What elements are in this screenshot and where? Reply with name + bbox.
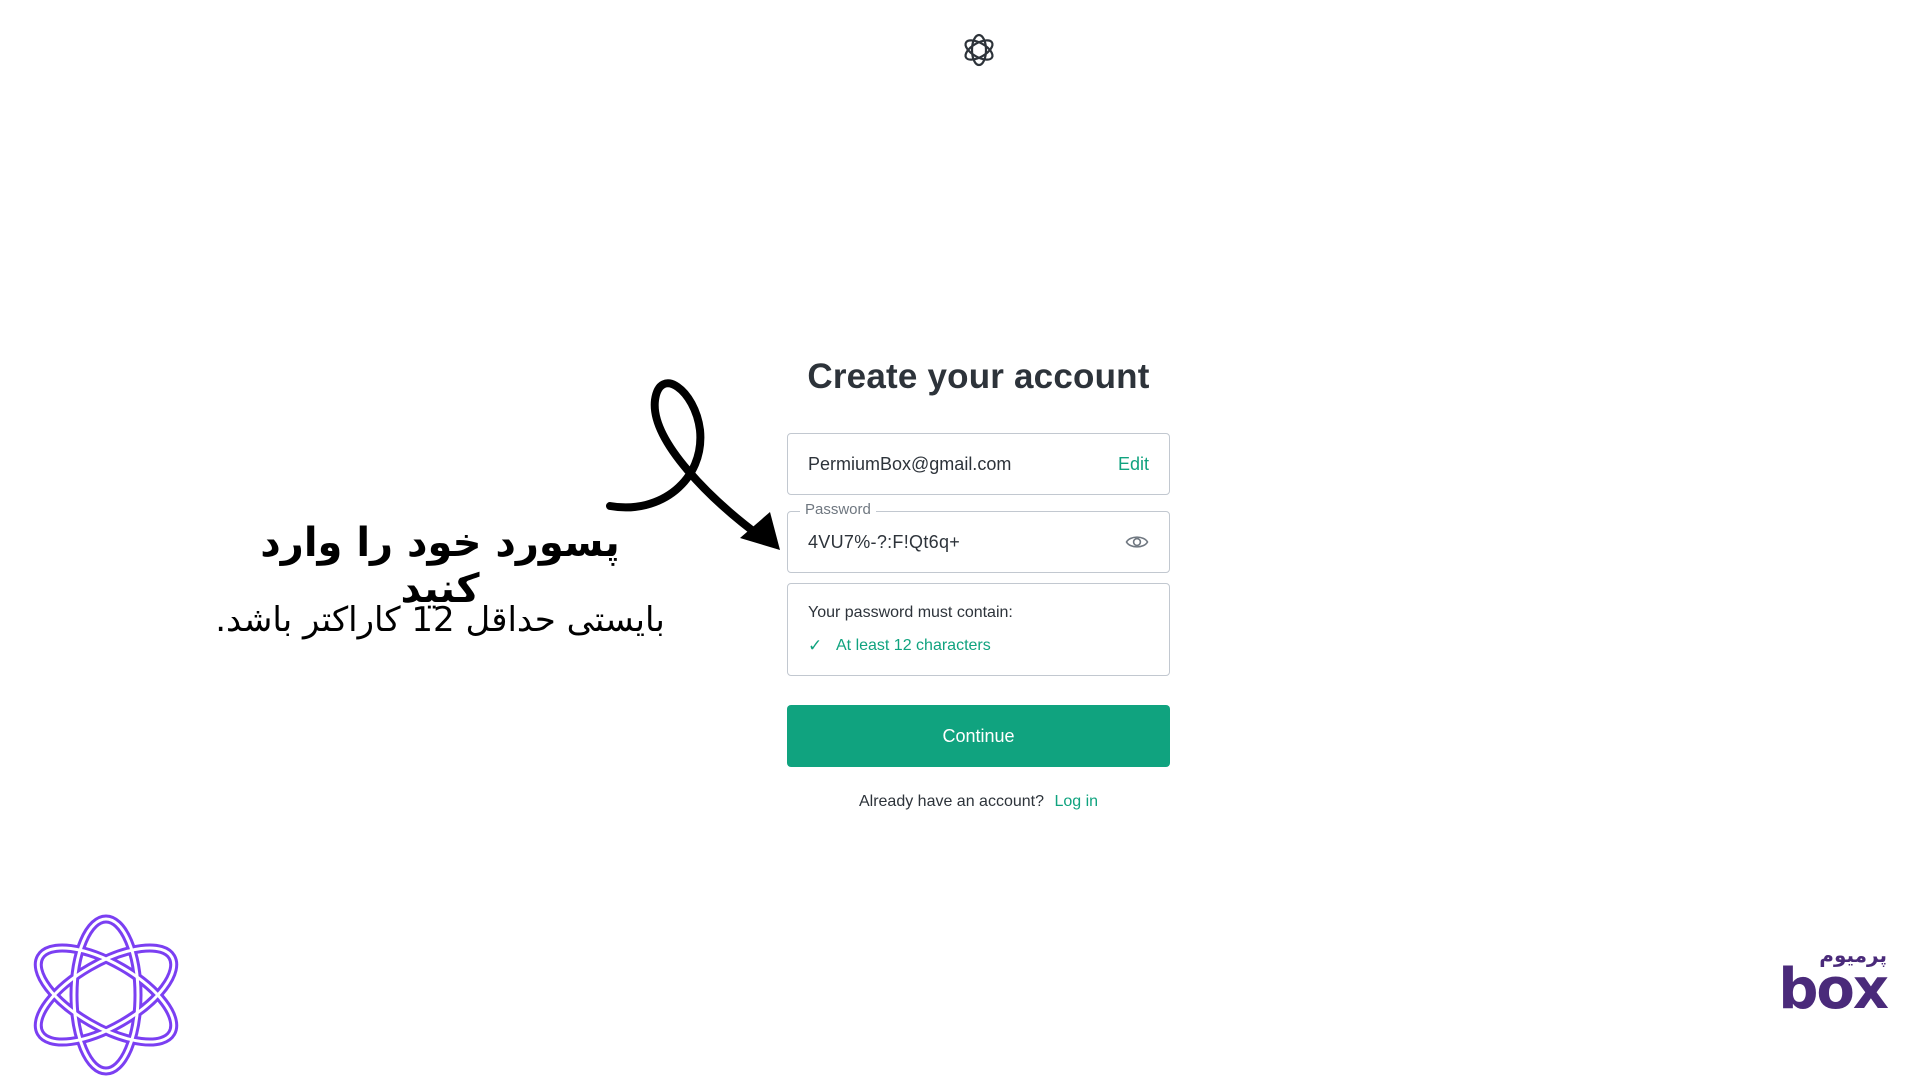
login-link[interactable]: Log in: [1054, 793, 1098, 810]
email-field: PermiumBox@gmail.com Edit: [787, 433, 1170, 495]
signup-card: Create your account PermiumBox@gmail.com…: [787, 355, 1170, 811]
edit-email-link[interactable]: Edit: [1118, 454, 1149, 475]
annotation-title: پسورد خود را وارد کنید: [260, 520, 620, 612]
brand-logo: پرمیوم box: [1755, 943, 1895, 1023]
password-label: Password: [800, 501, 876, 518]
annotation-subtitle: بایستی حداقل 12 کاراکتر باشد.: [215, 600, 665, 640]
continue-button[interactable]: Continue: [787, 705, 1170, 767]
check-icon: ✓: [808, 636, 823, 655]
requirements-title: Your password must contain:: [808, 604, 1013, 621]
requirement-item: ✓ At least 12 characters: [808, 636, 1149, 656]
eye-icon[interactable]: [1125, 530, 1149, 554]
email-value: PermiumBox@gmail.com: [808, 453, 1012, 474]
login-row: Already have an account? Log in: [787, 793, 1170, 811]
curved-arrow-icon: [606, 379, 780, 550]
page-title: Create your account: [807, 357, 1150, 396]
requirement-text: At least 12 characters: [836, 637, 991, 654]
password-field[interactable]: Password 4VU7%-?:F!Qt6q+: [787, 501, 1170, 573]
login-prompt: Already have an account?: [858, 793, 1044, 810]
page: پسورد خود را وارد کنید بایستی حداقل 12 ک…: [0, 0, 1920, 1080]
password-input[interactable]: 4VU7%-?:F!Qt6q+: [808, 532, 1125, 553]
password-requirements: Your password must contain: ✓ At least 1…: [787, 583, 1170, 676]
brand-big-text: box: [1778, 957, 1889, 1022]
openai-logo-purple-icon: [33, 914, 179, 1076]
openai-logo-icon: [964, 33, 994, 67]
